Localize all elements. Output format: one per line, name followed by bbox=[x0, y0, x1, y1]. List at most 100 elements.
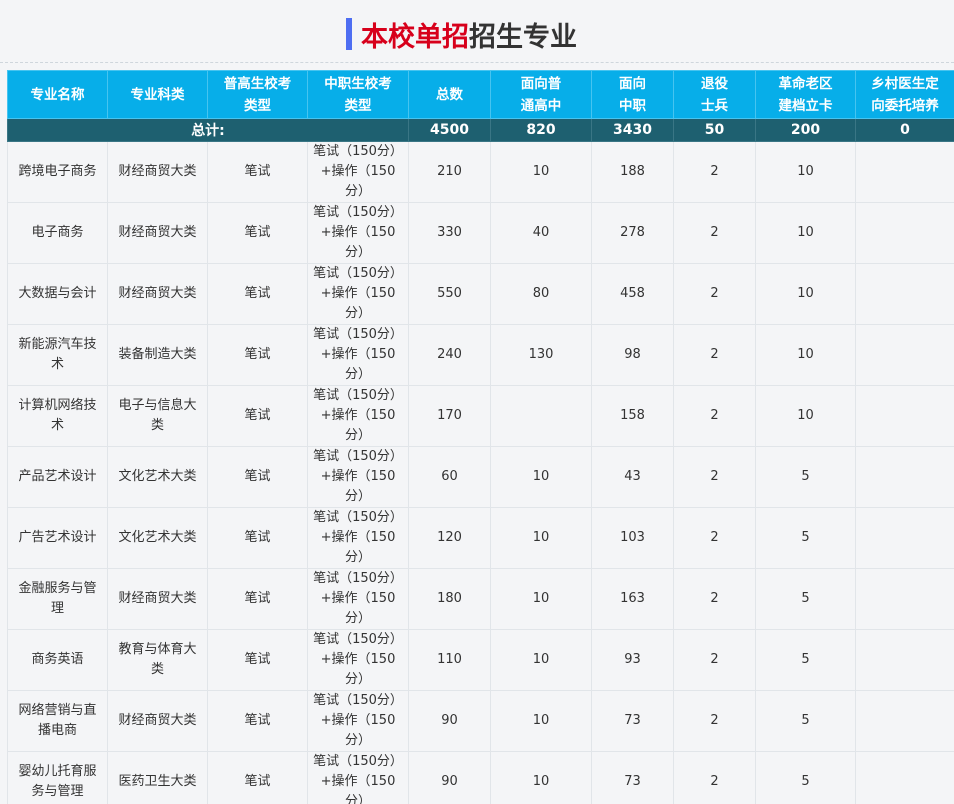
vocational-cell: 43 bbox=[591, 446, 674, 508]
veterans-cell: 2 bbox=[673, 141, 756, 203]
major-category-cell: 装备制造大类 bbox=[107, 324, 208, 386]
total-cell: 210 bbox=[408, 141, 491, 203]
hs-exam-type-cell: 笔试 bbox=[207, 690, 308, 752]
vc-exam-type-cell: 笔试（150分） +操作（150 分） bbox=[307, 141, 409, 203]
major-name-cell: 新能源汽车技术 bbox=[7, 324, 108, 386]
header-line: 类型 bbox=[244, 97, 271, 114]
major-name-cell: 商务英语 bbox=[7, 629, 108, 691]
major-category-cell-line: 装备制造大类 bbox=[118, 347, 197, 362]
veterans-cell: 2 bbox=[673, 263, 756, 325]
hs-exam-type-cell: 笔试 bbox=[207, 751, 308, 804]
vc-exam-type-cell-line: 笔试（150分） bbox=[313, 266, 403, 281]
major-category-cell-line: 财经商贸大类 bbox=[118, 713, 197, 728]
major-name-cell: 产品艺术设计 bbox=[7, 446, 108, 508]
old-area-cell: 10 bbox=[755, 324, 856, 386]
header-line: 中职 bbox=[619, 97, 646, 114]
table-row: 新能源汽车技术装备制造大类 笔试 笔试（150分） +操作（150 分） 240 130 98… bbox=[7, 324, 954, 386]
major-name-cell-line: 大数据与会计 bbox=[18, 286, 97, 301]
vc-exam-type-cell-line: 笔试（150分） bbox=[313, 205, 403, 220]
high-school-cell: 10 bbox=[490, 751, 592, 804]
header-line: 类型 bbox=[344, 97, 372, 114]
major-name-cell: 金融服务与管理 bbox=[7, 568, 108, 630]
high-school-cell: 10 bbox=[490, 446, 592, 508]
major-category-cell-line: 医药卫生大类 bbox=[118, 774, 197, 789]
vc-exam-type-cell-line: 分） bbox=[344, 367, 371, 382]
major-category-cell: 财经商贸大类 bbox=[107, 263, 208, 325]
major-name-cell-line: 新能源汽车技 bbox=[18, 337, 97, 352]
total-cell: 240 bbox=[408, 324, 491, 386]
major-name-cell-line: 婴幼儿托育服 bbox=[18, 764, 97, 779]
major-category-cell-line: 文化艺术大类 bbox=[118, 530, 197, 545]
total-rural-doctor: 0 bbox=[855, 118, 954, 142]
veterans-cell: 2 bbox=[673, 568, 756, 630]
high-school-cell: 10 bbox=[490, 629, 592, 691]
table-row: 大数据与会计 财经商贸大类 笔试 笔试（150分） +操作（150 分） 550 80 458 2… bbox=[7, 263, 954, 325]
vc-exam-type-cell-line: 笔试（150分） bbox=[313, 632, 403, 647]
major-category-cell-line: 财经商贸大类 bbox=[118, 225, 197, 240]
veterans-cell: 2 bbox=[673, 324, 756, 386]
header-line: 专业名称 bbox=[30, 86, 85, 103]
major-name-cell-line: 电子商务 bbox=[31, 225, 84, 240]
hs-exam-type-cell: 笔试 bbox=[207, 568, 308, 630]
title-bar: 本校单招 招生专业 bbox=[0, 0, 954, 63]
table-row: 计算机网络技术电子与信息大类笔试 笔试（150分） +操作（150 分） 170 158 2… bbox=[7, 385, 954, 447]
veterans-cell: 2 bbox=[673, 385, 756, 447]
major-category-cell: 财经商贸大类 bbox=[107, 690, 208, 752]
major-table: 专业名称 专业科类 普高生校考 类型 中职生校考 类型 总数 面向普 通高中 面向 中职 退役 士兵 革命… bbox=[7, 70, 954, 804]
rural-doctor-cell bbox=[855, 690, 954, 752]
major-category-cell-line: 文化艺术大类 bbox=[118, 469, 197, 484]
rural-doctor-cell bbox=[855, 141, 954, 203]
vc-exam-type-cell-line: 笔试（150分） bbox=[313, 144, 403, 159]
vc-exam-type-cell-line: 分） bbox=[344, 184, 371, 199]
old-area-cell: 10 bbox=[755, 202, 856, 264]
major-category-cell: 教育与体育大类 bbox=[107, 629, 208, 691]
vc-exam-type-cell-line: 分） bbox=[344, 306, 371, 321]
vc-exam-type-cell-line: 分） bbox=[344, 611, 371, 626]
total-veterans: 50 bbox=[673, 118, 756, 142]
vc-exam-type-cell-line: +操作（150 bbox=[320, 225, 396, 240]
vc-exam-type-cell: 笔试（150分） +操作（150 分） bbox=[307, 690, 409, 752]
rural-doctor-cell bbox=[855, 629, 954, 691]
vc-exam-type-cell-line: +操作（150 bbox=[320, 347, 396, 362]
total-row: 总计: 4500 820 3430 50 200 0 bbox=[7, 118, 954, 142]
major-category-cell: 文化艺术大类 bbox=[107, 507, 208, 569]
vocational-cell: 158 bbox=[591, 385, 674, 447]
total-count: 4500 bbox=[408, 118, 491, 142]
high-school-cell: 80 bbox=[490, 263, 592, 325]
vc-exam-type-cell: 笔试（150分） +操作（150 分） bbox=[307, 263, 409, 325]
header-rural-doctor: 乡村医生定 向委托培养 bbox=[855, 70, 954, 119]
hs-exam-type-cell: 笔试 bbox=[207, 324, 308, 386]
header-line: 士兵 bbox=[701, 97, 728, 114]
major-name-cell-line: 术 bbox=[50, 357, 64, 372]
vc-exam-type-cell: 笔试（150分） +操作（150 分） bbox=[307, 202, 409, 264]
major-category-cell: 文化艺术大类 bbox=[107, 446, 208, 508]
rural-doctor-cell bbox=[855, 568, 954, 630]
vc-exam-type-cell-line: 分） bbox=[344, 672, 371, 687]
veterans-cell: 2 bbox=[673, 629, 756, 691]
vocational-cell: 278 bbox=[591, 202, 674, 264]
vocational-cell: 103 bbox=[591, 507, 674, 569]
table-body: 总计: 4500 820 3430 50 200 0 跨境电子商务 财经商贸大类笔… bbox=[7, 118, 954, 804]
major-name-cell: 大数据与会计 bbox=[7, 263, 108, 325]
high-school-cell: 10 bbox=[490, 568, 592, 630]
vocational-cell: 73 bbox=[591, 751, 674, 804]
vc-exam-type-cell-line: +操作（150 bbox=[320, 164, 396, 179]
vc-exam-type-cell-line: 笔试（150分） bbox=[313, 510, 403, 525]
vc-exam-type-cell: 笔试（150分） +操作（150 分） bbox=[307, 324, 409, 386]
old-area-cell: 10 bbox=[755, 385, 856, 447]
hs-exam-type-cell: 笔试 bbox=[207, 446, 308, 508]
high-school-cell bbox=[490, 385, 592, 447]
veterans-cell: 2 bbox=[673, 751, 756, 804]
total-label: 总计: bbox=[7, 118, 409, 142]
table-header-row: 专业名称 专业科类 普高生校考 类型 中职生校考 类型 总数 面向普 通高中 面向 中职 退役 士兵 革命… bbox=[7, 70, 954, 119]
major-name-cell-line: 商务英语 bbox=[31, 652, 84, 667]
major-name-cell-line: 产品艺术设计 bbox=[18, 469, 97, 484]
vc-exam-type-cell: 笔试（150分） +操作（150 分） bbox=[307, 385, 409, 447]
total-cell: 180 bbox=[408, 568, 491, 630]
old-area-cell: 10 bbox=[755, 263, 856, 325]
old-area-cell: 5 bbox=[755, 690, 856, 752]
total-old-area: 200 bbox=[755, 118, 856, 142]
old-area-cell: 5 bbox=[755, 446, 856, 508]
header-vc-exam-type: 中职生校考 类型 bbox=[307, 70, 409, 119]
rural-doctor-cell bbox=[855, 263, 954, 325]
